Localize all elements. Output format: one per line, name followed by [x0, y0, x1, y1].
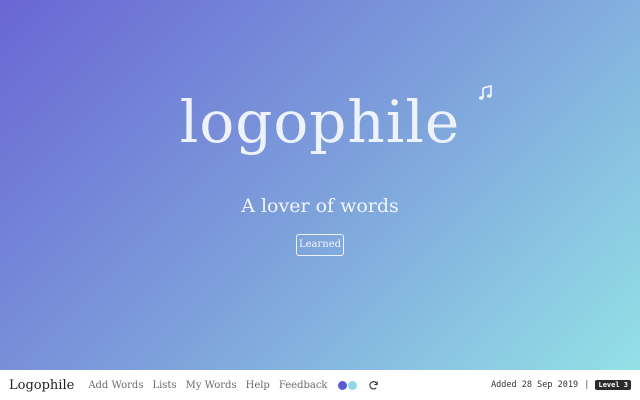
theme-dot-purple[interactable] — [337, 380, 347, 390]
nav-my-words[interactable]: My Words — [186, 380, 237, 391]
word-definition: A lover of words — [241, 195, 399, 217]
separator: | — [584, 380, 590, 390]
music-note-icon[interactable] — [477, 85, 493, 101]
word-card: logophile A lover of words Learned — [0, 0, 640, 370]
theme-dot-teal[interactable] — [347, 380, 357, 390]
refresh-icon[interactable] — [368, 380, 379, 391]
brand-logo[interactable]: Logophile — [9, 378, 74, 393]
nav-feedback[interactable]: Feedback — [279, 380, 328, 391]
learned-button[interactable]: Learned — [296, 234, 344, 256]
word-title: logophile — [179, 88, 461, 156]
nav-lists[interactable]: Lists — [152, 380, 176, 391]
added-date: Added 28 Sep 2019 — [491, 380, 579, 390]
footer-bar: Logophile Add Words Lists My Words Help … — [0, 370, 640, 400]
nav-help[interactable]: Help — [246, 380, 270, 391]
level-badge: Level 3 — [595, 380, 631, 390]
theme-picker — [337, 380, 358, 390]
nav-add-words[interactable]: Add Words — [88, 380, 143, 391]
